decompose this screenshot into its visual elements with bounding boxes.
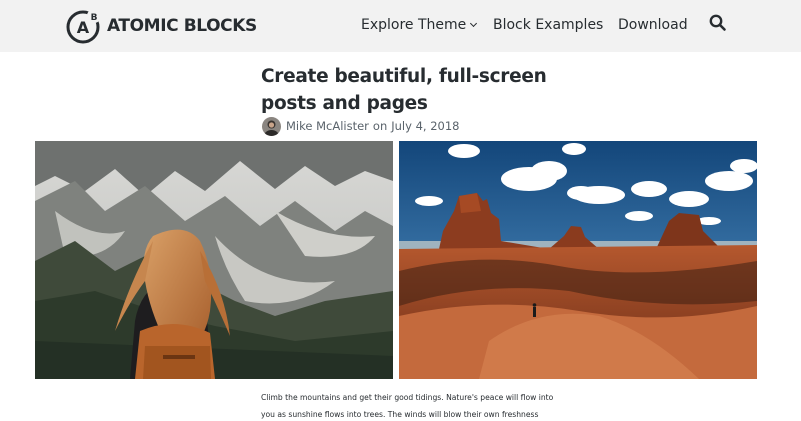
chevron-down-icon <box>470 19 478 28</box>
nav-block-examples[interactable]: Block Examples <box>493 16 603 34</box>
author-link[interactable]: Mike McAlister <box>286 119 369 133</box>
site-header: A B ATOMIC BLOCKS Explore Theme Block Ex… <box>0 0 801 52</box>
search-icon <box>709 14 726 31</box>
byline-date-prefix: on <box>372 119 388 133</box>
post-title: Create beautiful, full-screen posts and … <box>261 63 551 117</box>
gallery-image-mountains <box>35 141 393 379</box>
gallery-image-desert <box>399 141 757 379</box>
post-title-line-2: posts and pages <box>261 93 428 114</box>
post-byline: Mike McAlister on July 4, 2018 <box>262 116 459 136</box>
post-date: July 4, 2018 <box>391 119 460 133</box>
post-body-line: you as sunshine flows into trees. The wi… <box>261 409 539 419</box>
author-avatar[interactable] <box>262 116 281 136</box>
post-title-line-1: Create beautiful, full-screen <box>261 66 547 87</box>
nav-explore-theme-label: Explore Theme <box>361 17 467 33</box>
post-body: Climb the mountains and get their good t… <box>261 390 554 421</box>
search-button[interactable] <box>709 14 727 32</box>
nav-download[interactable]: Download <box>618 16 688 34</box>
post-body-line: Climb the mountains and get their good t… <box>261 393 554 402</box>
primary-nav: Explore Theme Block Examples Download <box>0 16 801 36</box>
nav-explore-theme[interactable]: Explore Theme <box>361 16 478 34</box>
